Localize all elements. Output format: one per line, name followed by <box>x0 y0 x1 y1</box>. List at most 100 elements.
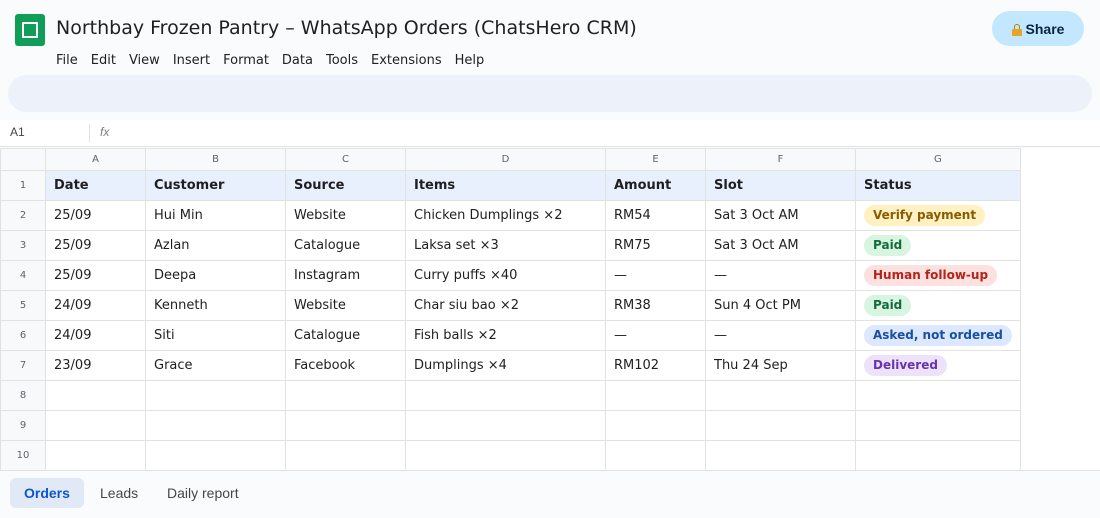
empty-cell[interactable] <box>145 380 286 411</box>
sheets-logo-icon[interactable] <box>15 14 45 46</box>
menu-extensions[interactable]: Extensions <box>371 52 448 70</box>
header-cell-items[interactable]: Items <box>405 170 606 201</box>
row-number[interactable]: 4 <box>0 260 46 291</box>
cell-date[interactable]: 25/09 <box>45 260 146 291</box>
header-cell-date[interactable]: Date <box>45 170 146 201</box>
cell-customer[interactable]: Grace <box>145 350 286 381</box>
menu-view[interactable]: View <box>129 52 166 70</box>
cell-status[interactable]: Asked, not ordered <box>855 320 1021 351</box>
cell-amount[interactable]: RM102 <box>605 350 706 381</box>
cell-items[interactable]: Chicken Dumplings ×2 <box>405 200 606 231</box>
cell-slot[interactable]: — <box>705 260 856 291</box>
toolbar[interactable] <box>8 75 1092 112</box>
cell-customer[interactable]: Hui Min <box>145 200 286 231</box>
row-number[interactable]: 7 <box>0 350 46 381</box>
empty-cell[interactable] <box>605 410 706 441</box>
empty-cell[interactable] <box>285 410 406 441</box>
sheet-tab-leads[interactable]: Leads <box>86 478 152 508</box>
row-number[interactable]: 5 <box>0 290 46 321</box>
column-header-e[interactable]: E <box>605 148 706 171</box>
cell-date[interactable]: 25/09 <box>45 230 146 261</box>
cell-items[interactable]: Dumplings ×4 <box>405 350 606 381</box>
cell-source[interactable]: Facebook <box>285 350 406 381</box>
column-header-b[interactable]: B <box>145 148 286 171</box>
cell-customer[interactable]: Kenneth <box>145 290 286 321</box>
cell-source[interactable]: Website <box>285 290 406 321</box>
cell-date[interactable]: 24/09 <box>45 290 146 321</box>
cell-status[interactable]: Paid <box>855 230 1021 261</box>
cell-date[interactable]: 23/09 <box>45 350 146 381</box>
empty-cell[interactable] <box>145 440 286 471</box>
menu-data[interactable]: Data <box>282 52 319 70</box>
menu-help[interactable]: Help <box>455 52 491 70</box>
menu-insert[interactable]: Insert <box>173 52 216 70</box>
empty-cell[interactable] <box>705 380 856 411</box>
row-number[interactable]: 6 <box>0 320 46 351</box>
cell-items[interactable]: Curry puffs ×40 <box>405 260 606 291</box>
empty-cell[interactable] <box>145 410 286 441</box>
sheet-tab-orders[interactable]: Orders <box>10 478 84 508</box>
cell-slot[interactable]: Sat 3 Oct AM <box>705 230 856 261</box>
empty-cell[interactable] <box>285 440 406 471</box>
cell-customer[interactable]: Azlan <box>145 230 286 261</box>
cell-amount[interactable]: RM54 <box>605 200 706 231</box>
cell-source[interactable]: Catalogue <box>285 320 406 351</box>
cell-status[interactable]: Paid <box>855 290 1021 321</box>
empty-cell[interactable] <box>605 440 706 471</box>
cell-source[interactable]: Instagram <box>285 260 406 291</box>
cell-slot[interactable]: Thu 24 Sep <box>705 350 856 381</box>
header-cell-slot[interactable]: Slot <box>705 170 856 201</box>
cell-status[interactable]: Delivered <box>855 350 1021 381</box>
header-cell-source[interactable]: Source <box>285 170 406 201</box>
row-number[interactable]: 10 <box>0 440 46 471</box>
empty-cell[interactable] <box>855 380 1021 411</box>
cell-source[interactable]: Website <box>285 200 406 231</box>
empty-cell[interactable] <box>45 410 146 441</box>
empty-cell[interactable] <box>705 440 856 471</box>
menu-file[interactable]: File <box>56 52 84 70</box>
header-cell-customer[interactable]: Customer <box>145 170 286 201</box>
row-number[interactable]: 2 <box>0 200 46 231</box>
column-header-g[interactable]: G <box>855 148 1021 171</box>
cell-customer[interactable]: Siti <box>145 320 286 351</box>
cell-slot[interactable]: — <box>705 320 856 351</box>
share-button[interactable]: Share <box>992 11 1084 46</box>
cell-slot[interactable]: Sat 3 Oct AM <box>705 200 856 231</box>
column-header-d[interactable]: D <box>405 148 606 171</box>
cell-date[interactable]: 25/09 <box>45 200 146 231</box>
cell-amount[interactable]: RM38 <box>605 290 706 321</box>
sheet-tab-daily-report[interactable]: Daily report <box>153 478 253 508</box>
cell-items[interactable]: Char siu bao ×2 <box>405 290 606 321</box>
header-cell-amount[interactable]: Amount <box>605 170 706 201</box>
name-box[interactable]: A1 <box>10 125 25 139</box>
cell-amount[interactable]: — <box>605 320 706 351</box>
cell-items[interactable]: Fish balls ×2 <box>405 320 606 351</box>
empty-cell[interactable] <box>855 440 1021 471</box>
cell-items[interactable]: Laksa set ×3 <box>405 230 606 261</box>
empty-cell[interactable] <box>285 380 406 411</box>
header-cell-status[interactable]: Status <box>855 170 1021 201</box>
cell-status[interactable]: Verify payment <box>855 200 1021 231</box>
cell-source[interactable]: Catalogue <box>285 230 406 261</box>
row-number[interactable]: 9 <box>0 410 46 441</box>
cell-date[interactable]: 24/09 <box>45 320 146 351</box>
column-header-a[interactable]: A <box>45 148 146 171</box>
empty-cell[interactable] <box>405 380 606 411</box>
select-all-corner[interactable] <box>0 148 46 171</box>
column-header-c[interactable]: C <box>285 148 406 171</box>
cell-slot[interactable]: Sun 4 Oct PM <box>705 290 856 321</box>
cell-amount[interactable]: RM75 <box>605 230 706 261</box>
empty-cell[interactable] <box>405 410 606 441</box>
empty-cell[interactable] <box>45 380 146 411</box>
empty-cell[interactable] <box>45 440 146 471</box>
empty-cell[interactable] <box>855 410 1021 441</box>
menu-tools[interactable]: Tools <box>326 52 364 70</box>
cell-status[interactable]: Human follow-up <box>855 260 1021 291</box>
row-number[interactable]: 8 <box>0 380 46 411</box>
document-title[interactable]: Northbay Frozen Pantry – WhatsApp Orders… <box>56 17 637 39</box>
row-number[interactable]: 1 <box>0 170 46 201</box>
column-header-f[interactable]: F <box>705 148 856 171</box>
empty-cell[interactable] <box>605 380 706 411</box>
cell-customer[interactable]: Deepa <box>145 260 286 291</box>
menu-format[interactable]: Format <box>223 52 275 70</box>
